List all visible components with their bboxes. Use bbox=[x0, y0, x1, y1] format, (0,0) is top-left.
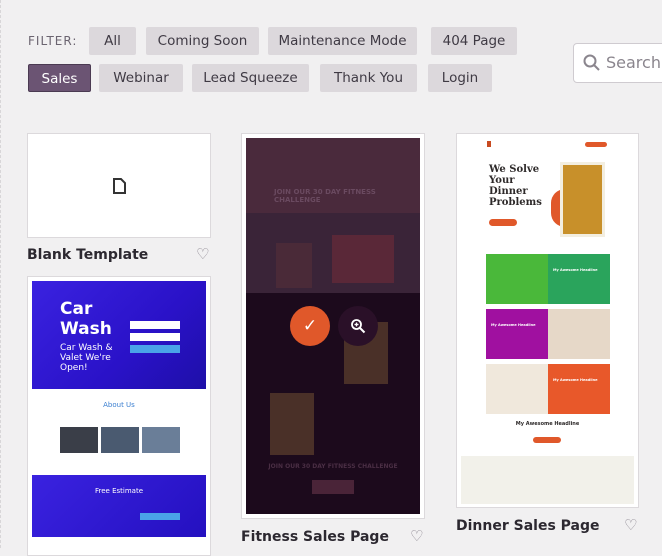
fitness-headline: JOIN OUR 30 DAY FITNESS CHALLENGE bbox=[274, 188, 376, 204]
preview-template-button[interactable] bbox=[338, 306, 378, 346]
template-title: Fitness Sales Page bbox=[241, 529, 389, 545]
filter-sales[interactable]: Sales bbox=[28, 64, 91, 92]
car-wash-hero: Car Wash Car Wash & Valet We're Open! bbox=[32, 281, 206, 389]
filter-thank-you[interactable]: Thank You bbox=[320, 64, 417, 92]
car-estimate-title: Free Estimate bbox=[95, 487, 143, 495]
car-about: About Us bbox=[103, 401, 135, 409]
filter-maintenance-mode[interactable]: Maintenance Mode bbox=[268, 27, 417, 55]
zoom-in-icon bbox=[351, 319, 366, 334]
car-title-2: Wash bbox=[60, 319, 112, 339]
heart-icon[interactable]: ♡ bbox=[624, 516, 637, 534]
template-title: Dinner Sales Page bbox=[456, 518, 600, 534]
document-icon bbox=[113, 178, 126, 194]
search-placeholder: Search bbox=[606, 53, 661, 72]
filter-coming-soon[interactable]: Coming Soon bbox=[146, 27, 259, 55]
heart-icon[interactable]: ♡ bbox=[196, 245, 209, 263]
filter-all[interactable]: All bbox=[89, 27, 136, 55]
fitness-footer: JOIN OUR 30 DAY FITNESS CHALLENGE bbox=[268, 463, 398, 470]
search-icon bbox=[583, 54, 600, 71]
dinner-block-1: My Awesome Headline bbox=[553, 268, 598, 272]
blank-template-card[interactable] bbox=[27, 133, 211, 238]
select-template-button[interactable]: ✓ bbox=[290, 306, 330, 346]
filter-label: FILTER: bbox=[28, 34, 78, 48]
car-title-1: Car bbox=[60, 299, 93, 319]
heart-icon[interactable]: ♡ bbox=[410, 527, 423, 545]
car-estimate: Free Estimate bbox=[32, 475, 206, 537]
car-wash-template-card[interactable]: Car Wash Car Wash & Valet We're Open! Abo… bbox=[27, 276, 211, 556]
filter-webinar[interactable]: Webinar bbox=[99, 64, 183, 92]
dinner-hero: We Solve Your Dinner Problems bbox=[489, 164, 542, 208]
dinner-block-2: My Awesome Headline bbox=[491, 323, 536, 327]
fitness-preview: JOIN OUR 30 DAY FITNESS CHALLENGE JOIN O… bbox=[246, 138, 420, 514]
dinner-block-3: My Awesome Headline bbox=[553, 378, 598, 382]
filter-login[interactable]: Login bbox=[428, 64, 492, 92]
fitness-template-card[interactable]: JOIN OUR 30 DAY FITNESS CHALLENGE JOIN O… bbox=[241, 133, 425, 519]
dinner-template-card[interactable]: We Solve Your Dinner Problems My Awesome… bbox=[456, 133, 639, 508]
template-title: Blank Template bbox=[27, 247, 149, 263]
filter-404-page[interactable]: 404 Page bbox=[431, 27, 517, 55]
dinner-bottom-headline: My Awesome Headline bbox=[515, 421, 580, 427]
car-subtitle: Car Wash & Valet We're Open! bbox=[60, 343, 113, 373]
filter-lead-squeeze[interactable]: Lead Squeeze bbox=[192, 64, 309, 92]
check-icon: ✓ bbox=[302, 316, 318, 336]
search-input[interactable]: Search bbox=[573, 43, 662, 83]
